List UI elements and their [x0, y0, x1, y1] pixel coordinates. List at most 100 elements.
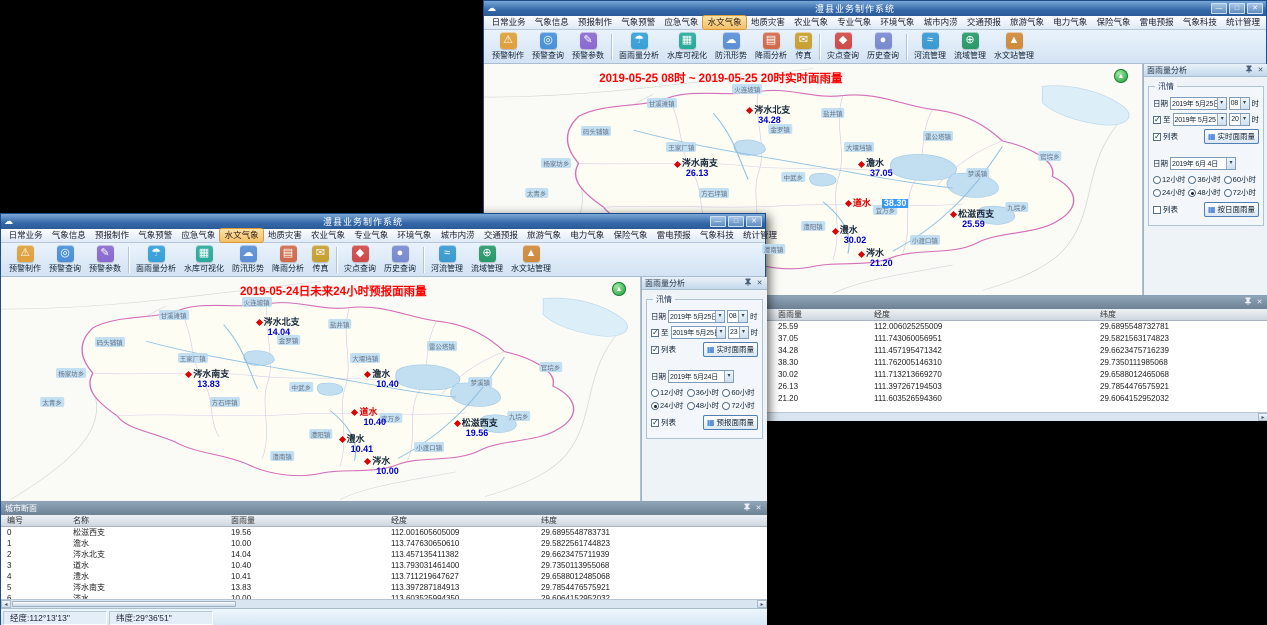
to-checkbox[interactable] [651, 329, 659, 337]
menu-tab-2[interactable]: 气象信息 [530, 16, 573, 29]
tool-warning-params[interactable]: ✎预警参数 [85, 244, 125, 275]
menu-tab-3[interactable]: 预报制作 [90, 229, 133, 242]
tool-river-manage[interactable]: ≈河流管理 [910, 31, 950, 62]
tool-hydro-station-manage[interactable]: ▲水文站管理 [507, 244, 555, 275]
duration-radio-72小时[interactable]: 72小时 [722, 400, 758, 411]
col-rain[interactable]: 面雨量 [778, 309, 802, 321]
close-panel-icon[interactable]: ✕ [1256, 66, 1265, 75]
table-row[interactable]: 5涔水南支13.83113.39728718491329.78544765759… [1, 582, 767, 593]
end-hour-select[interactable]: 20▾ [1229, 113, 1249, 126]
menu-tab-11[interactable]: 城市内涝 [436, 229, 479, 242]
tool-basin-manage[interactable]: ⊕流域管理 [467, 244, 507, 275]
menu-tab-8[interactable]: 农业气象 [306, 229, 349, 242]
tool-warning-make[interactable]: ⚠预警制作 [5, 244, 45, 275]
menu-tab-17[interactable]: 气象科技 [695, 229, 738, 242]
duration-radio-12小时[interactable]: 12小时 [651, 387, 687, 398]
tool-area-rain-analysis[interactable]: ☂面雨量分析 [132, 244, 180, 275]
tool-rain-analysis[interactable]: ▤降雨分析 [268, 244, 308, 275]
tool-history-query[interactable]: ●历史查询 [863, 31, 903, 62]
list-checkbox[interactable] [651, 346, 659, 354]
tool-basin-manage[interactable]: ⊕流域管理 [950, 31, 990, 62]
menu-tab-16[interactable]: 雷电预报 [652, 229, 695, 242]
close-panel-icon[interactable]: ✕ [755, 279, 764, 288]
menu-tab-6[interactable]: 水文气象 [703, 16, 746, 29]
menu-tab-13[interactable]: 旅游气象 [522, 229, 565, 242]
menu-tab-15[interactable]: 保险气象 [609, 229, 652, 242]
minimize-button[interactable]: — [710, 216, 726, 227]
start-date-select[interactable]: 2019年 5月25日▾ [1170, 97, 1227, 110]
pin-icon[interactable] [743, 278, 752, 289]
pin-icon[interactable] [742, 503, 751, 514]
duration-radio-48小时[interactable]: 48小时 [687, 400, 723, 411]
duration-radio-72小时[interactable]: 72小时 [1224, 187, 1259, 198]
duration-radio-24小时[interactable]: 24小时 [651, 400, 687, 411]
map-locate-button[interactable]: ▲ [1114, 69, 1128, 83]
col-rain[interactable]: 面雨量 [231, 515, 255, 527]
station-涔水[interactable]: 涔水21.20 [859, 246, 893, 268]
col-longitude[interactable]: 经度 [391, 515, 407, 527]
menu-tab-13[interactable]: 旅游气象 [1005, 16, 1048, 29]
duration-radio-60小时[interactable]: 60小时 [722, 387, 758, 398]
start-date-select[interactable]: 2019年 5月25日▾ [668, 310, 725, 323]
realtime-rain-button[interactable]: ▦实时面雨量 [1204, 129, 1259, 144]
menu-tab-12[interactable]: 交通预报 [962, 16, 1005, 29]
map-locate-button[interactable]: ▲ [612, 282, 626, 296]
table-row[interactable]: 3道水10.40113.79303146140029.7350113955068 [1, 560, 767, 571]
pin-icon[interactable] [1244, 65, 1253, 76]
station-涔水南支[interactable]: 涔水南支13.83 [186, 367, 229, 389]
close-panel-icon[interactable]: ✕ [1255, 298, 1264, 307]
table-row[interactable]: 4澧水10.41113.71121964762729.6588012485068 [1, 571, 767, 582]
station-澧水[interactable]: 澧水30.02 [833, 223, 867, 245]
col-id[interactable]: 编号 [7, 515, 23, 527]
menu-tab-7[interactable]: 地质灾害 [746, 16, 789, 29]
tool-warning-query[interactable]: ◎预警查询 [528, 31, 568, 62]
tool-reservoir-visual[interactable]: ▦水库可视化 [180, 244, 228, 275]
forecast-date-select[interactable]: 2019年 5月24日▾ [668, 370, 734, 383]
to-checkbox[interactable] [1153, 116, 1161, 124]
table-row[interactable]: 6涔水10.00113.60352599435029.6064152952032 [1, 593, 767, 599]
menu-tab-18[interactable]: 统计管理 [1221, 16, 1264, 29]
map-area[interactable]: 2019-05-24日未来24小时预报面雨量 ▲ 甘溪滩镇火连坡镇码头铺镇杨家坊… [1, 277, 641, 501]
table-row[interactable]: 0松滋西支19.56112.00160560500929.68955487837… [1, 527, 767, 538]
tool-warning-make[interactable]: ⚠预警制作 [488, 31, 528, 62]
tool-flood-situation[interactable]: ☁防汛形势 [711, 31, 751, 62]
titlebar[interactable]: ☁ 澧县业务制作系统 — □ ✕ [1, 214, 765, 229]
duration-radio-24小时[interactable]: 24小时 [1153, 187, 1188, 198]
tool-fax[interactable]: ✉传真 [308, 244, 333, 275]
menu-tab-15[interactable]: 保险气象 [1092, 16, 1135, 29]
menu-tab-17[interactable]: 气象科技 [1178, 16, 1221, 29]
start-hour-select[interactable]: 08▾ [1229, 97, 1250, 110]
maximize-button[interactable]: □ [1229, 3, 1245, 14]
station-涔水南支[interactable]: 涔水南支26.13 [675, 156, 718, 178]
station-澹水[interactable]: 澹水10.40 [365, 367, 399, 389]
scrollbar-track[interactable] [11, 600, 757, 608]
duration-radio-60小时[interactable]: 60小时 [1224, 174, 1259, 185]
menu-tab-1[interactable]: 日常业务 [487, 16, 530, 29]
tool-disaster-query[interactable]: ◆灾点查询 [823, 31, 863, 62]
daily-rain-button[interactable]: ▦按日面雨量 [1204, 202, 1259, 217]
menu-tab-9[interactable]: 专业气象 [833, 16, 876, 29]
end-date-select[interactable]: 2019年 5月25日▾ [671, 326, 727, 339]
tool-fax[interactable]: ✉传真 [791, 31, 816, 62]
minimize-button[interactable]: — [1211, 3, 1227, 14]
menu-tab-4[interactable]: 气象预警 [134, 229, 177, 242]
station-涔水北支[interactable]: 涔水北支14.04 [257, 315, 300, 337]
col-latitude[interactable]: 纬度 [541, 515, 557, 527]
tool-history-query[interactable]: ●历史查询 [380, 244, 420, 275]
menu-tab-11[interactable]: 城市内涝 [919, 16, 962, 29]
menu-tab-5[interactable]: 应急气象 [177, 229, 220, 242]
menu-tab-10[interactable]: 环境气象 [393, 229, 436, 242]
close-button[interactable]: ✕ [746, 216, 762, 227]
scroll-right-icon[interactable]: ▸ [1258, 413, 1267, 421]
station-涔水[interactable]: 涔水10.00 [365, 454, 399, 476]
list-checkbox[interactable] [1153, 133, 1161, 141]
menu-tab-16[interactable]: 雷电预报 [1135, 16, 1178, 29]
scroll-right-icon[interactable]: ▸ [757, 600, 767, 608]
tool-warning-params[interactable]: ✎预警参数 [568, 31, 608, 62]
maximize-button[interactable]: □ [728, 216, 744, 227]
tool-rain-analysis[interactable]: ▤降雨分析 [751, 31, 791, 62]
scroll-left-icon[interactable]: ◂ [1, 600, 11, 608]
station-松滋西支[interactable]: 松滋西支25.59 [951, 207, 994, 229]
menu-tab-14[interactable]: 电力气象 [566, 229, 609, 242]
realtime-rain-button[interactable]: ▦实时面雨量 [703, 342, 758, 357]
